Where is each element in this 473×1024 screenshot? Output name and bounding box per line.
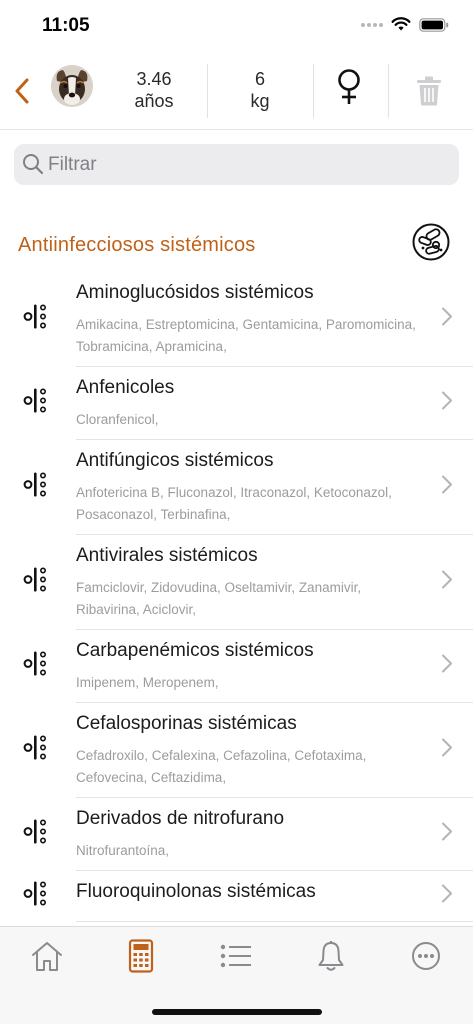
dosage-icon: [23, 303, 49, 336]
list-item-title: Antifúngicos sistémicos: [76, 450, 274, 471]
list-item-title: Anfenicoles: [76, 377, 175, 398]
dosage-icon: [23, 387, 49, 420]
drug-group-list: Aminoglucósidos sistémicos Amikacina, Est…: [0, 272, 473, 926]
trash-icon: [417, 76, 441, 106]
list-item-title: Carbapenémicos sistémicos: [76, 640, 314, 661]
delete-button[interactable]: [416, 76, 442, 111]
chevron-right-icon: [441, 570, 453, 595]
tab-notifications[interactable]: [311, 939, 351, 973]
age-value: 3.46: [136, 69, 172, 89]
patient-header: 3.46 años 6 kg: [0, 56, 473, 130]
pet-avatar[interactable]: [51, 65, 93, 107]
weight-unit: kg: [250, 91, 270, 111]
wifi-icon: [391, 17, 411, 31]
list-item-title: Derivados de nitrofurano: [76, 808, 285, 829]
weight-value: 6: [254, 69, 265, 89]
signal-icon: [361, 22, 383, 27]
chevron-right-icon: [441, 738, 453, 763]
list-item[interactable]: Carbapenémicos sistémicos Imipenem, Merop…: [23, 630, 473, 703]
dosage-icon: [23, 650, 49, 683]
list-item[interactable]: Derivados de nitrofurano Nitrofurantoína,: [23, 798, 473, 871]
age-unit: años: [134, 91, 174, 111]
chevron-right-icon: [441, 391, 453, 416]
tab-list[interactable]: [216, 939, 256, 973]
chevron-left-icon: [15, 78, 29, 104]
chevron-right-icon: [441, 884, 453, 909]
chevron-right-icon: [441, 475, 453, 500]
more-icon: [412, 942, 440, 970]
weight-stat: 6 kg: [210, 68, 310, 112]
chevron-right-icon: [441, 307, 453, 332]
list-item-subtitle: [76, 904, 473, 921]
divider: [207, 64, 208, 118]
search-placeholder: Filtrar: [48, 154, 97, 175]
status-icons: [361, 17, 449, 32]
list-item[interactable]: Cefalosporinas sistémicas Cefadroxilo, Ce…: [23, 703, 473, 798]
divider: [388, 64, 389, 118]
dosage-icon: [23, 880, 49, 913]
list-item[interactable]: Antifúngicos sistémicos Anfotericina B, F…: [23, 440, 473, 535]
home-icon: [32, 942, 62, 971]
chevron-right-icon: [441, 654, 453, 679]
list-item[interactable]: Anfenicoles Cloranfenicol,: [23, 367, 473, 440]
tab-home[interactable]: [27, 939, 67, 973]
tab-calculator[interactable]: [121, 939, 161, 973]
list-item-subtitle: Cefadroxilo, Cefalexina, Cefazolina, Cef…: [76, 748, 367, 785]
list-item-title: Aminoglucósidos sistémicos: [76, 282, 314, 303]
list-item[interactable]: Antivirales sistémicos Famciclovir, Zidov…: [23, 535, 473, 630]
tab-more[interactable]: [406, 939, 446, 973]
list-item-title: Cefalosporinas sistémicas: [76, 713, 297, 734]
bacteria-icon: [412, 223, 450, 261]
divider: [313, 64, 314, 118]
list-item[interactable]: Aminoglucósidos sistémicos Amikacina, Est…: [23, 272, 473, 367]
dosage-icon: [23, 471, 49, 504]
search-field[interactable]: Filtrar: [14, 144, 459, 185]
list-item-subtitle: Anfotericina B, Fluconazol, Itraconazol,…: [76, 485, 392, 522]
list-icon: [220, 944, 251, 968]
list-item-title: Antivirales sistémicos: [76, 545, 258, 566]
sex-button[interactable]: [334, 68, 364, 111]
section-title: Antiinfecciosos sistémicos: [18, 234, 256, 256]
status-time: 11:05: [42, 15, 90, 36]
status-bar: 11:05: [0, 0, 473, 52]
list-item-subtitle: Nitrofurantoína,: [76, 843, 170, 858]
home-indicator: [152, 1009, 322, 1015]
list-item-subtitle: Amikacina, Estreptomicina, Gentamicina, …: [76, 317, 416, 354]
chevron-right-icon: [441, 822, 453, 847]
dosage-icon: [23, 566, 49, 599]
female-symbol-icon: [338, 69, 360, 104]
list-item[interactable]: Fluoroquinolonas sistémicas: [23, 871, 473, 922]
list-item-subtitle: Cloranfenicol,: [76, 412, 159, 427]
list-item-subtitle: Famciclovir, Zidovudina, Oseltamivir, Za…: [76, 580, 362, 617]
list-item-title: Fluoroquinolonas sistémicas: [76, 881, 316, 902]
search-icon: [23, 154, 44, 175]
section-category-button[interactable]: [412, 223, 450, 266]
tab-bar: [0, 926, 473, 1024]
battery-icon: [419, 17, 449, 32]
dog-photo: [51, 65, 93, 107]
calculator-icon: [128, 939, 154, 973]
dosage-icon: [23, 818, 49, 851]
back-button[interactable]: [6, 74, 38, 108]
age-stat: 3.46 años: [104, 68, 204, 112]
list-item-subtitle: Imipenem, Meropenem,: [76, 675, 219, 690]
bell-icon: [318, 941, 344, 971]
dosage-icon: [23, 734, 49, 767]
